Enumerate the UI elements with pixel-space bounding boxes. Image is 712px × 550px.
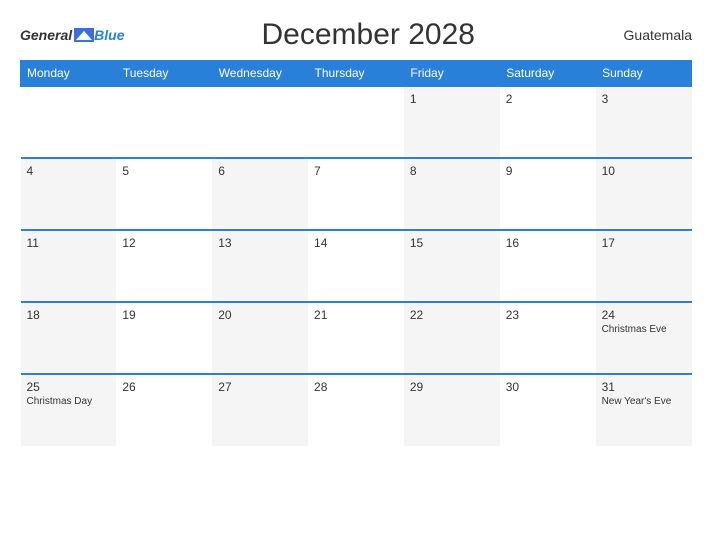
day-number: 1 [410,92,494,106]
calendar-day-cell: 29 [404,374,500,446]
day-number: 18 [27,308,111,322]
calendar-day-cell: 7 [308,158,404,230]
weekday-header-row: Monday Tuesday Wednesday Thursday Friday… [21,61,692,87]
calendar-week-row: 18 19 20 21 22 23 24 Christmas Eve [21,302,692,374]
calendar-day-cell: 11 [21,230,117,302]
day-number: 2 [506,92,590,106]
day-number: 8 [410,164,494,178]
calendar-day-cell: 28 [308,374,404,446]
calendar-grid: Monday Tuesday Wednesday Thursday Friday… [20,60,692,446]
calendar-day-cell: 31 New Year's Eve [596,374,692,446]
calendar-day-cell: 20 [212,302,308,374]
header-sunday: Sunday [596,61,692,87]
day-number: 26 [122,380,206,394]
day-number: 28 [314,380,398,394]
calendar-day-cell: 8 [404,158,500,230]
day-number: 24 [602,308,686,322]
header-monday: Monday [21,61,117,87]
day-number: 4 [27,164,111,178]
header-tuesday: Tuesday [116,61,212,87]
calendar-day-cell: 2 [500,86,596,158]
calendar-day-cell: 4 [21,158,117,230]
header-thursday: Thursday [308,61,404,87]
calendar-day-cell [212,86,308,158]
calendar-day-cell: 19 [116,302,212,374]
calendar-day-cell [308,86,404,158]
logo-flag-icon [74,28,94,42]
day-number: 27 [218,380,302,394]
calendar-day-cell: 17 [596,230,692,302]
holiday-label: Christmas Day [27,396,111,407]
day-number: 17 [602,236,686,250]
calendar-week-row: 11 12 13 14 15 16 17 [21,230,692,302]
day-number: 15 [410,236,494,250]
calendar-day-cell: 13 [212,230,308,302]
day-number: 30 [506,380,590,394]
calendar-week-row: 123 [21,86,692,158]
header-friday: Friday [404,61,500,87]
day-number: 5 [122,164,206,178]
day-number: 7 [314,164,398,178]
calendar-day-cell: 18 [21,302,117,374]
day-number: 20 [218,308,302,322]
day-number: 10 [602,164,686,178]
logo-blue-text: Blue [94,27,124,43]
calendar-day-cell: 3 [596,86,692,158]
calendar-day-cell: 21 [308,302,404,374]
day-number: 21 [314,308,398,322]
calendar-day-cell: 15 [404,230,500,302]
calendar-day-cell: 10 [596,158,692,230]
calendar-day-cell: 27 [212,374,308,446]
logo: General Blue [20,27,124,43]
day-number: 12 [122,236,206,250]
header-saturday: Saturday [500,61,596,87]
day-number: 16 [506,236,590,250]
day-number: 31 [602,380,686,394]
holiday-label: Christmas Eve [602,324,686,335]
calendar-day-cell: 12 [116,230,212,302]
calendar-day-cell: 26 [116,374,212,446]
calendar-week-row: 456789 10 [21,158,692,230]
calendar-day-cell: 5 [116,158,212,230]
day-number: 23 [506,308,590,322]
calendar-day-cell: 25 Christmas Day [21,374,117,446]
holiday-label: New Year's Eve [602,396,686,407]
calendar-day-cell: 23 [500,302,596,374]
header-wednesday: Wednesday [212,61,308,87]
calendar-day-cell: 24 Christmas Eve [596,302,692,374]
day-number: 13 [218,236,302,250]
day-number: 19 [122,308,206,322]
calendar-container: General Blue December 2028 Guatemala Mon… [0,0,712,550]
header-row: General Blue December 2028 Guatemala [20,18,692,52]
calendar-day-cell [21,86,117,158]
calendar-day-cell: 22 [404,302,500,374]
day-number: 3 [602,92,686,106]
calendar-day-cell: 16 [500,230,596,302]
calendar-day-cell: 6 [212,158,308,230]
calendar-day-cell [116,86,212,158]
day-number: 29 [410,380,494,394]
day-number: 14 [314,236,398,250]
day-number: 22 [410,308,494,322]
calendar-title: December 2028 [124,18,612,52]
calendar-day-cell: 30 [500,374,596,446]
country-name: Guatemala [612,27,692,43]
calendar-day-cell: 9 [500,158,596,230]
calendar-week-row: 25 Christmas Day 26 27 28 29 30 31 New Year's Ev… [21,374,692,446]
day-number: 11 [27,236,111,250]
logo-general-text: General [20,27,72,43]
day-number: 9 [506,164,590,178]
day-number: 25 [27,380,111,394]
calendar-day-cell: 1 [404,86,500,158]
calendar-day-cell: 14 [308,230,404,302]
day-number: 6 [218,164,302,178]
